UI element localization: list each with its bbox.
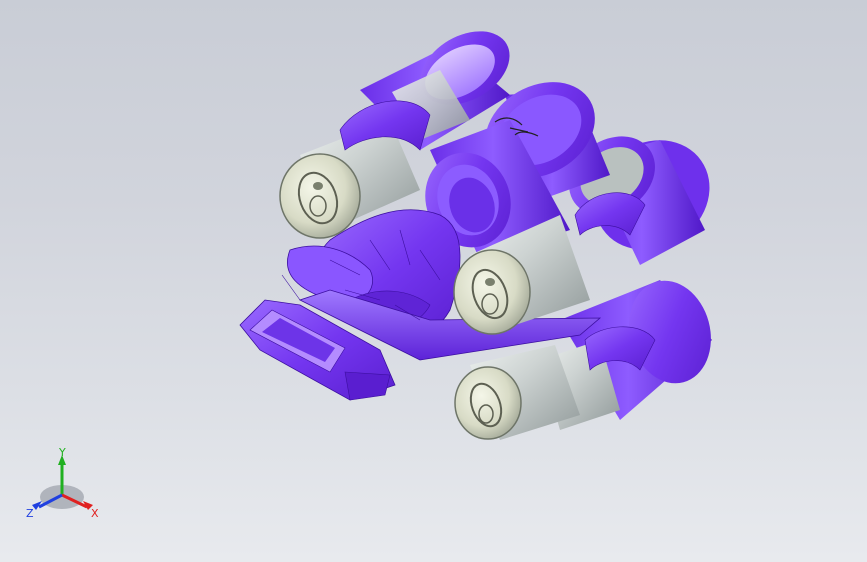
can-holder-model[interactable] <box>0 0 867 562</box>
cad-viewport[interactable]: Y X Z <box>0 0 867 562</box>
orientation-triad: Y X Z <box>26 446 99 520</box>
x-axis-label: X <box>91 507 99 520</box>
z-axis-label: Z <box>26 507 34 520</box>
y-axis-label: Y <box>58 446 66 459</box>
